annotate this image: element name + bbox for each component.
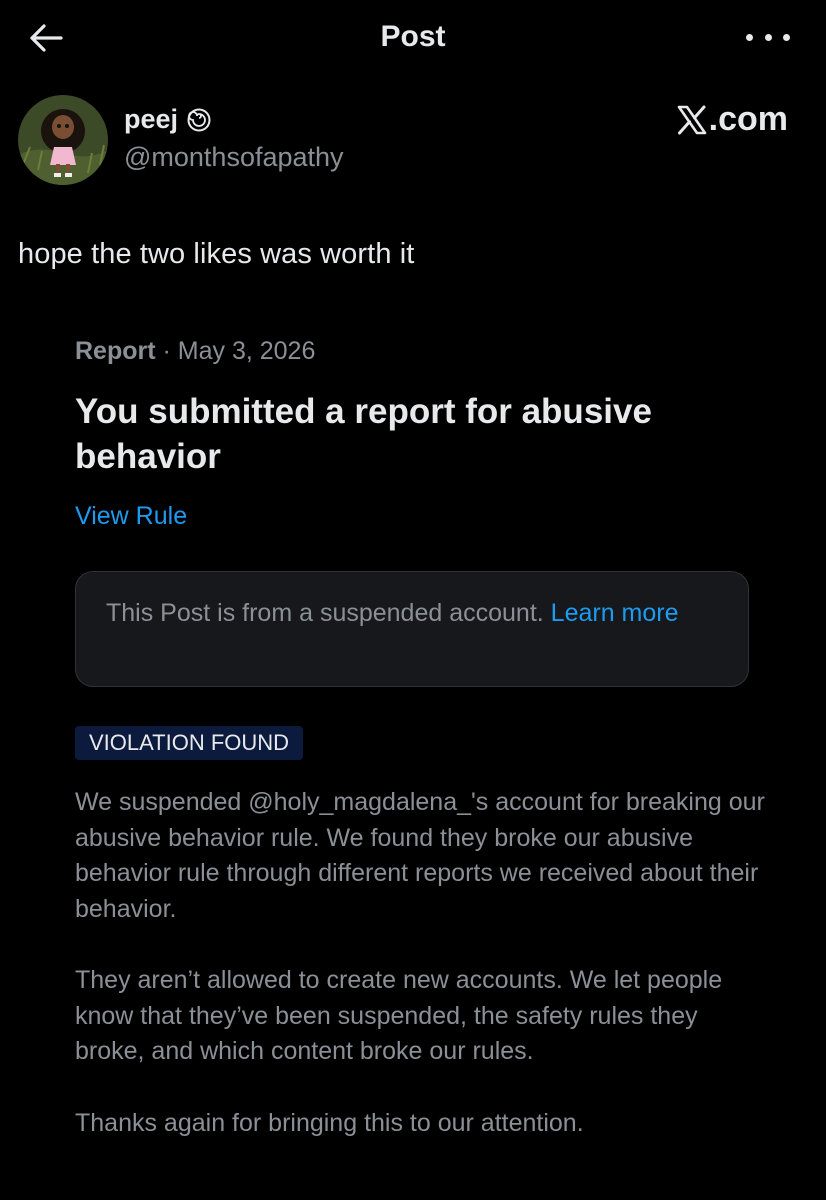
- display-name[interactable]: peej: [124, 104, 212, 135]
- report-separator: ·: [155, 337, 178, 365]
- learn-more-link[interactable]: Learn more: [551, 599, 679, 627]
- post-text: hope the two likes was worth it: [18, 238, 415, 270]
- page-title: Post: [380, 20, 446, 53]
- doll-avatar-icon: [18, 95, 108, 185]
- report-paragraph-3: Thanks again for bringing this to our at…: [75, 1109, 584, 1137]
- report-paragraph-2: They aren’t allowed to create new accoun…: [75, 966, 723, 1065]
- report-label: Report: [75, 337, 156, 365]
- notice-text: This Post is from a suspended account.: [106, 599, 551, 627]
- report-paragraph-1: We suspended @holy_magdalena_'s account …: [75, 788, 765, 923]
- swirl-icon: [187, 108, 211, 131]
- suspended-notice: This Post is from a suspended account. L…: [75, 571, 749, 687]
- violation-badge: VIOLATION FOUND: [75, 726, 304, 760]
- top-bar: Post: [0, 0, 826, 78]
- more-options-button[interactable]: [746, 22, 790, 52]
- x-com-watermark: .com: [676, 100, 788, 139]
- avatar[interactable]: [18, 95, 108, 185]
- watermark-suffix: .com: [708, 100, 788, 138]
- display-name-text: peej: [124, 104, 179, 134]
- more-horizontal-icon: [746, 33, 753, 41]
- report-meta: Report · May 3, 2026: [75, 337, 315, 366]
- report-date: May 3, 2026: [177, 337, 316, 365]
- x-logo-icon: [677, 105, 706, 134]
- report-title: You submitted a report for abusive behav…: [75, 392, 652, 476]
- user-handle[interactable]: @monthsofapathy: [124, 142, 344, 173]
- view-rule-link[interactable]: View Rule: [75, 502, 187, 531]
